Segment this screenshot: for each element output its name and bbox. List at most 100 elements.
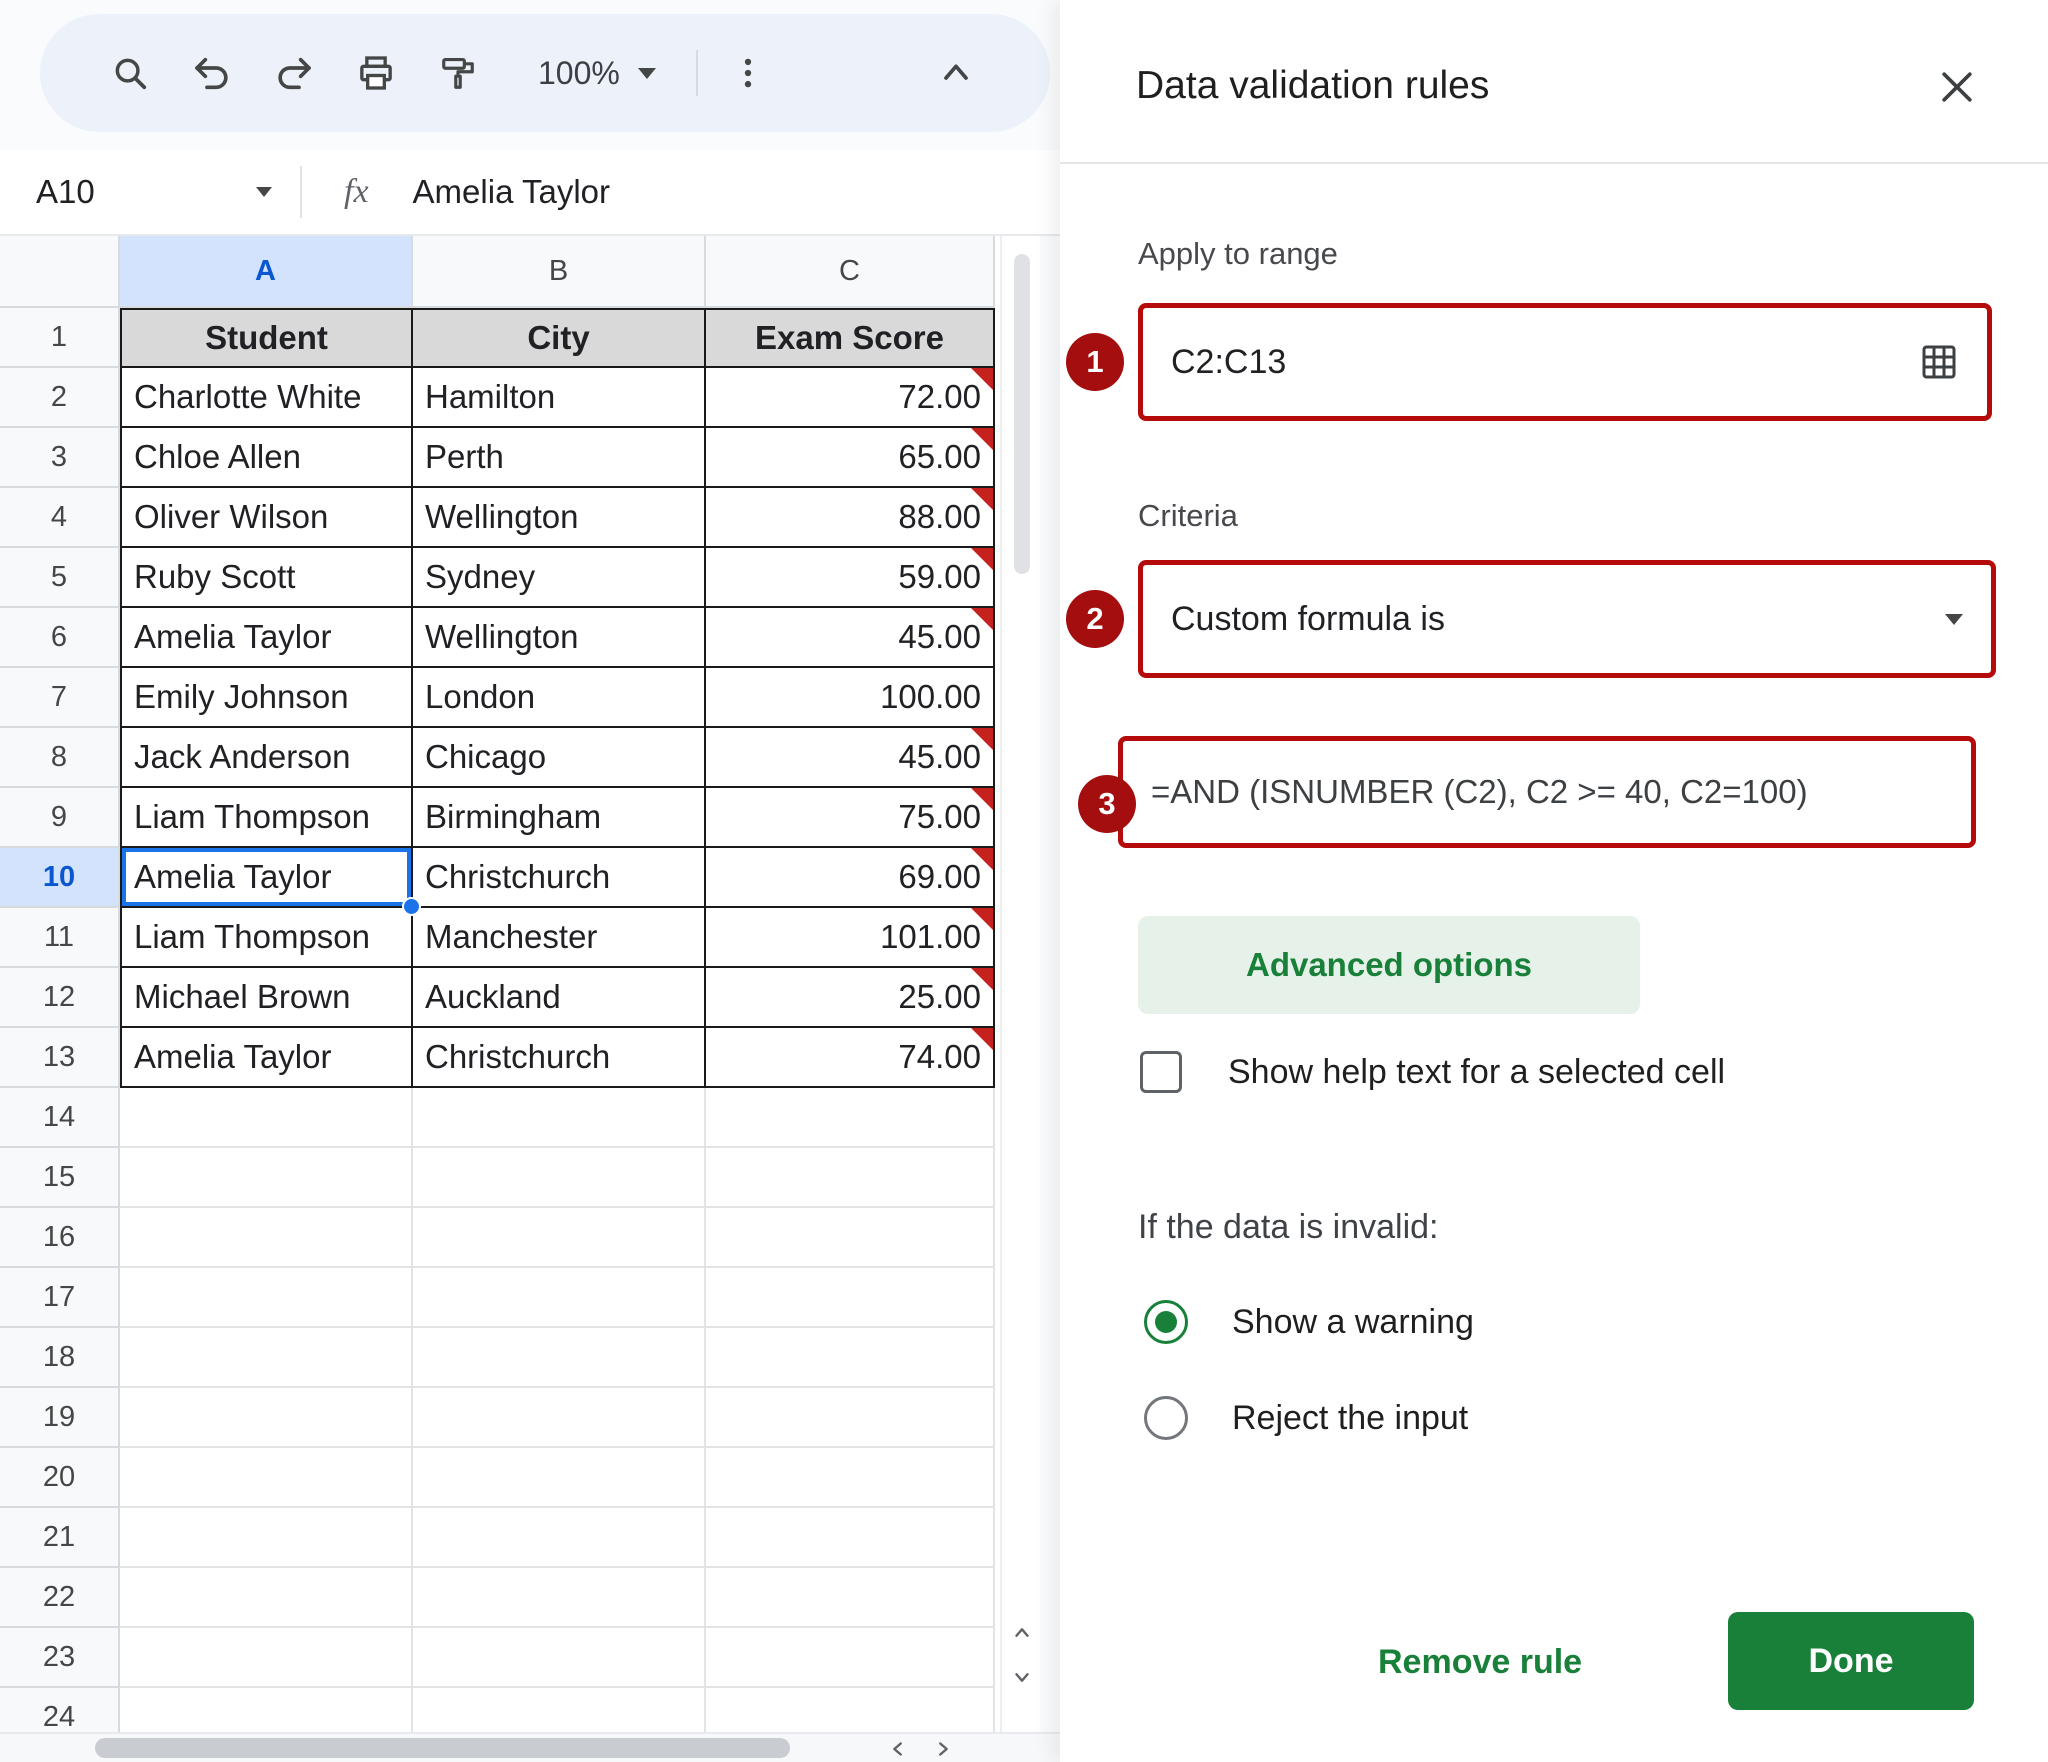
cell-a13[interactable]: Amelia Taylor xyxy=(120,1028,413,1088)
close-button[interactable] xyxy=(1930,60,1984,114)
row-header-23[interactable]: 23 xyxy=(0,1628,120,1688)
cell-c17[interactable] xyxy=(706,1268,995,1328)
cell-c20[interactable] xyxy=(706,1448,995,1508)
scroll-left-button[interactable] xyxy=(885,1736,911,1762)
cell-a9[interactable]: Liam Thompson xyxy=(120,788,413,848)
remove-rule-button[interactable]: Remove rule xyxy=(1378,1630,1582,1694)
search-button[interactable] xyxy=(102,45,158,101)
cell-c18[interactable] xyxy=(706,1328,995,1388)
advanced-options-button[interactable]: Advanced options xyxy=(1138,916,1640,1014)
radio-unselected-icon[interactable] xyxy=(1144,1396,1188,1440)
row-header-18[interactable]: 18 xyxy=(0,1328,120,1388)
horizontal-scrollbar-thumb[interactable] xyxy=(95,1738,790,1758)
cell-c15[interactable] xyxy=(706,1148,995,1208)
criteria-dropdown[interactable]: Custom formula is xyxy=(1138,560,1996,678)
row-header-15[interactable]: 15 xyxy=(0,1148,120,1208)
cell-a6[interactable]: Amelia Taylor xyxy=(120,608,413,668)
cell-c24[interactable] xyxy=(706,1688,995,1732)
cell-b3[interactable]: Perth xyxy=(413,428,706,488)
row-header-17[interactable]: 17 xyxy=(0,1268,120,1328)
cell-c5[interactable]: 59.00 xyxy=(706,548,995,608)
row-header-21[interactable]: 21 xyxy=(0,1508,120,1568)
name-box[interactable]: A10 xyxy=(0,173,300,211)
cell-c13[interactable]: 74.00 xyxy=(706,1028,995,1088)
cell-a4[interactable]: Oliver Wilson xyxy=(120,488,413,548)
apply-range-input[interactable]: C2:C13 xyxy=(1138,303,1992,421)
row-header-11[interactable]: 11 xyxy=(0,908,120,968)
undo-button[interactable] xyxy=(184,45,240,101)
column-header-c[interactable]: C xyxy=(706,236,995,308)
cell-c12[interactable]: 25.00 xyxy=(706,968,995,1028)
cell-a15[interactable] xyxy=(120,1148,413,1208)
select-data-range-button[interactable] xyxy=(1919,342,1959,382)
cell-a24[interactable] xyxy=(120,1688,413,1732)
formula-bar-value[interactable]: Amelia Taylor xyxy=(413,173,610,211)
show-warning-option[interactable]: Show a warning xyxy=(1144,1292,1474,1352)
paint-format-button[interactable] xyxy=(430,45,486,101)
more-options-button[interactable] xyxy=(720,45,776,101)
cell-c23[interactable] xyxy=(706,1628,995,1688)
row-header-7[interactable]: 7 xyxy=(0,668,120,728)
cell-c21[interactable] xyxy=(706,1508,995,1568)
cell-a2[interactable]: Charlotte White xyxy=(120,368,413,428)
row-header-12[interactable]: 12 xyxy=(0,968,120,1028)
cell-b18[interactable] xyxy=(413,1328,706,1388)
cell-c10[interactable]: 69.00 xyxy=(706,848,995,908)
cell-b8[interactable]: Chicago xyxy=(413,728,706,788)
cell-a23[interactable] xyxy=(120,1628,413,1688)
fill-handle[interactable] xyxy=(402,897,421,916)
row-header-19[interactable]: 19 xyxy=(0,1388,120,1448)
row-header-6[interactable]: 6 xyxy=(0,608,120,668)
cell-b13[interactable]: Christchurch xyxy=(413,1028,706,1088)
cell-b12[interactable]: Auckland xyxy=(413,968,706,1028)
cell-b9[interactable]: Birmingham xyxy=(413,788,706,848)
cell-b7[interactable]: London xyxy=(413,668,706,728)
scroll-up-button[interactable] xyxy=(1009,1620,1035,1646)
cell-b22[interactable] xyxy=(413,1568,706,1628)
row-header-3[interactable]: 3 xyxy=(0,428,120,488)
cell-b16[interactable] xyxy=(413,1208,706,1268)
row-header-22[interactable]: 22 xyxy=(0,1568,120,1628)
cell-c3[interactable]: 65.00 xyxy=(706,428,995,488)
cell-a8[interactable]: Jack Anderson xyxy=(120,728,413,788)
cell-b5[interactable]: Sydney xyxy=(413,548,706,608)
row-header-14[interactable]: 14 xyxy=(0,1088,120,1148)
cell-b15[interactable] xyxy=(413,1148,706,1208)
cell-a7[interactable]: Emily Johnson xyxy=(120,668,413,728)
cell-a22[interactable] xyxy=(120,1568,413,1628)
cell-b6[interactable]: Wellington xyxy=(413,608,706,668)
vertical-scrollbar-thumb[interactable] xyxy=(1014,254,1030,574)
row-header-13[interactable]: 13 xyxy=(0,1028,120,1088)
cell-a14[interactable] xyxy=(120,1088,413,1148)
row-header-1[interactable]: 1 xyxy=(0,308,120,368)
cell-c8[interactable]: 45.00 xyxy=(706,728,995,788)
select-all-corner[interactable] xyxy=(0,236,120,308)
help-text-checkbox[interactable] xyxy=(1140,1051,1182,1093)
column-header-b[interactable]: B xyxy=(413,236,706,308)
row-header-20[interactable]: 20 xyxy=(0,1448,120,1508)
cell-b10[interactable]: Christchurch xyxy=(413,848,706,908)
done-button[interactable]: Done xyxy=(1728,1612,1974,1710)
print-button[interactable] xyxy=(348,45,404,101)
scroll-down-button[interactable] xyxy=(1009,1664,1035,1690)
scroll-right-button[interactable] xyxy=(930,1736,956,1762)
cell-c14[interactable] xyxy=(706,1088,995,1148)
cell-c11[interactable]: 101.00 xyxy=(706,908,995,968)
cell-c22[interactable] xyxy=(706,1568,995,1628)
custom-formula-input[interactable]: =AND (ISNUMBER (C2), C2 >= 40, C2=100) xyxy=(1118,736,1976,848)
row-header-16[interactable]: 16 xyxy=(0,1208,120,1268)
cell-a17[interactable] xyxy=(120,1268,413,1328)
cell-b23[interactable] xyxy=(413,1628,706,1688)
cell-b4[interactable]: Wellington xyxy=(413,488,706,548)
cell-a11[interactable]: Liam Thompson xyxy=(120,908,413,968)
cell-c16[interactable] xyxy=(706,1208,995,1268)
zoom-control[interactable]: 100% xyxy=(538,55,656,92)
cell-a10[interactable]: Amelia Taylor xyxy=(120,848,421,916)
cell-b20[interactable] xyxy=(413,1448,706,1508)
cell-b21[interactable] xyxy=(413,1508,706,1568)
cell-a16[interactable] xyxy=(120,1208,413,1268)
cell-c7[interactable]: 100.00 xyxy=(706,668,995,728)
cell-a18[interactable] xyxy=(120,1328,413,1388)
cell-a5[interactable]: Ruby Scott xyxy=(120,548,413,608)
row-header-4[interactable]: 4 xyxy=(0,488,120,548)
